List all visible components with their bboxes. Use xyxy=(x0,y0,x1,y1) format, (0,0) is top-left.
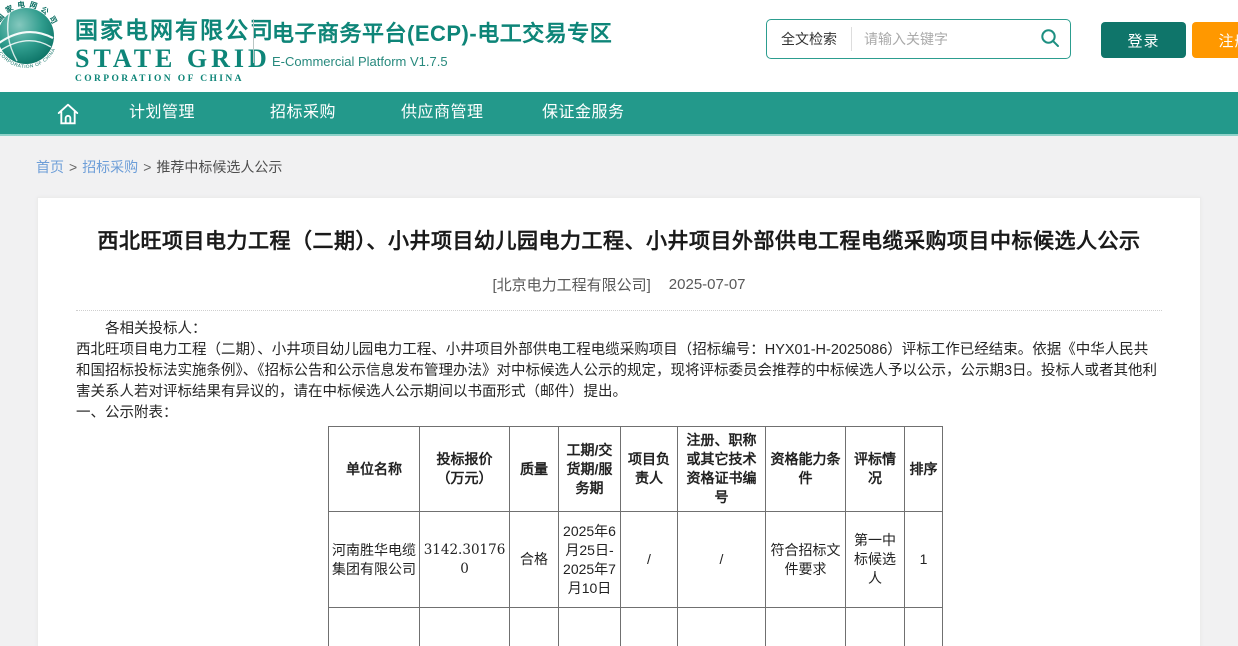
breadcrumb-home-link[interactable]: 首页 xyxy=(36,157,64,177)
search-input[interactable] xyxy=(852,31,1030,47)
section-label: 一、公示附表： xyxy=(76,403,1162,424)
announcement-body: 各相关投标人： 西北旺项目电力工程（二期）、小井项目幼儿园电力工程、小井项目外部… xyxy=(76,319,1162,424)
col-header-rank: 排序 xyxy=(905,427,943,512)
cell-unit-name: 河南胜华电缆集团有限公司 xyxy=(329,512,420,608)
home-icon[interactable] xyxy=(55,101,81,127)
cell-duration: 2025年6月25日-2025年7月10日 xyxy=(559,512,621,608)
search-box: 全文检索 xyxy=(766,19,1071,59)
col-header-project-leader: 项目负责人 xyxy=(621,427,678,512)
org-name-cn: 国家电网有限公司 xyxy=(75,11,275,45)
nav-item-supplier-management[interactable]: 供应商管理 xyxy=(401,92,484,134)
announcement-meta: [北京电力工程有限公司] 2025-07-07 xyxy=(38,274,1200,294)
publish-date: 2025-07-07 xyxy=(669,276,746,293)
col-header-bid-price: 投标报价（万元） xyxy=(420,427,510,512)
search-icon xyxy=(1039,27,1061,52)
platform-title-block: 电子商务平台(ECP)-电工交易专区 E-Commercial Platform… xyxy=(272,16,612,69)
table-header-row: 单位名称 投标报价（万元） 质量 工期/交货期/服务期 项目负责人 注册、职称或… xyxy=(329,427,943,512)
salutation-text: 各相关投标人： xyxy=(76,319,1162,340)
table-row: 河南胜华电缆集团有限公司 3142.301760 合格 2025年6月25日-2… xyxy=(329,512,943,608)
cell-quality: 合格 xyxy=(510,512,559,608)
cell-bid-price: 3142.301760 xyxy=(420,512,510,608)
nav-item-plan-management[interactable]: 计划管理 xyxy=(129,92,195,134)
page-header: 国家电网公司 GRID CORPORATION OF CHINA 国家电网有限公… xyxy=(0,0,1238,92)
col-header-unit-name: 单位名称 xyxy=(329,427,420,512)
announcement-title: 西北旺项目电力工程（二期）、小井项目幼儿园电力工程、小井项目外部供电工程电缆采购… xyxy=(38,198,1200,266)
breadcrumb-separator: > xyxy=(69,159,77,175)
platform-title: 电子商务平台(ECP)-电工交易专区 xyxy=(272,16,612,48)
cell-rank: 1 xyxy=(905,512,943,608)
platform-subtitle: E-Commercial Platform V1.7.5 xyxy=(272,54,612,69)
cell-evaluation: 第一中标候选人 xyxy=(846,512,905,608)
register-button[interactable]: 注册 xyxy=(1192,22,1238,58)
cell-project-leader: / xyxy=(621,512,678,608)
publisher-name: [北京电力工程有限公司] xyxy=(492,274,650,295)
col-header-evaluation: 评标情况 xyxy=(846,427,905,512)
breadcrumb-current-page: 推荐中标候选人公示 xyxy=(156,157,282,177)
search-scope-label[interactable]: 全文检索 xyxy=(767,29,851,49)
nav-item-bidding-procurement[interactable]: 招标采购 xyxy=(270,92,336,134)
breadcrumb: 首页 > 招标采购 > 推荐中标候选人公示 xyxy=(36,157,282,177)
org-name-en-sub: CORPORATION OF CHINA xyxy=(75,74,275,84)
col-header-qualification: 资格能力条件 xyxy=(766,427,846,512)
col-header-duration: 工期/交货期/服务期 xyxy=(559,427,621,512)
header-divider xyxy=(253,19,254,63)
breadcrumb-separator: > xyxy=(143,159,151,175)
candidate-table: 单位名称 投标报价（万元） 质量 工期/交货期/服务期 项目负责人 注册、职称或… xyxy=(328,426,943,646)
announcement-paragraph: 西北旺项目电力工程（二期）、小井项目幼儿园电力工程、小井项目外部供电工程电缆采购… xyxy=(76,340,1162,403)
state-grid-logo: 国家电网公司 GRID CORPORATION OF CHINA xyxy=(0,0,64,74)
nav-item-deposit-service[interactable]: 保证金服务 xyxy=(542,92,625,134)
cell-certificate-no: / xyxy=(678,512,766,608)
col-header-quality: 质量 xyxy=(510,427,559,512)
col-header-certificate-no: 注册、职称或其它技术资格证书编号 xyxy=(678,427,766,512)
table-row xyxy=(329,608,943,646)
dotted-divider xyxy=(76,310,1162,311)
login-button[interactable]: 登录 xyxy=(1101,22,1186,58)
main-nav: 计划管理 招标采购 供应商管理 保证金服务 xyxy=(0,92,1238,136)
search-button[interactable] xyxy=(1030,20,1070,58)
org-name-block: 国家电网有限公司 STATE GRID CORPORATION OF CHINA xyxy=(75,11,275,84)
announcement-card: 西北旺项目电力工程（二期）、小井项目幼儿园电力工程、小井项目外部供电工程电缆采购… xyxy=(37,197,1201,646)
cell-qualification: 符合招标文件要求 xyxy=(766,512,846,608)
org-name-en: STATE GRID xyxy=(75,46,275,72)
breadcrumb-bidding-link[interactable]: 招标采购 xyxy=(82,157,138,177)
